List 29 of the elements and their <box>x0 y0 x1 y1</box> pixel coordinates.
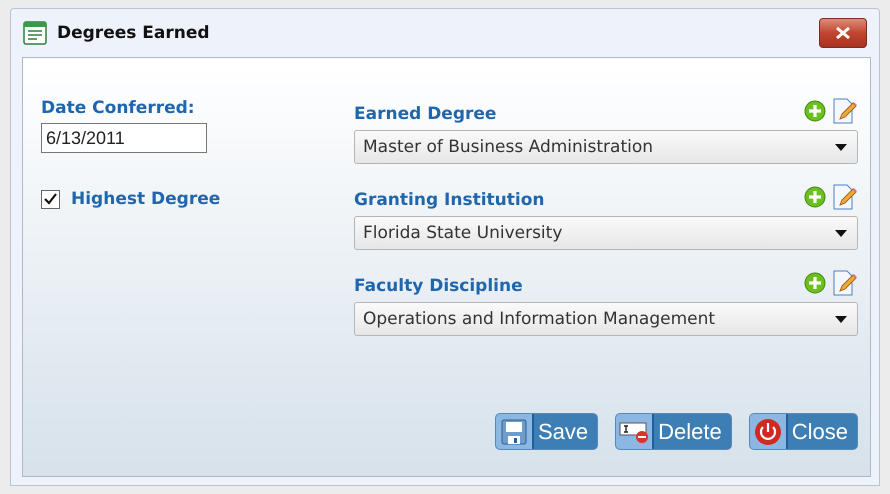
caret-icon <box>835 316 847 322</box>
caret-icon <box>835 144 847 150</box>
dropdown[interactable]: Operations and Information Management <box>354 302 858 336</box>
add-icon[interactable] <box>804 272 826 294</box>
window-title: Degrees Earned <box>57 23 211 43</box>
checkbox-label: Highest Degree <box>71 189 220 209</box>
close-button[interactable] <box>819 18 867 48</box>
checkmark-icon <box>44 193 57 205</box>
field-label: Earned Degree <box>354 104 496 124</box>
close-button[interactable]: Close <box>748 413 858 450</box>
dropdown[interactable]: Master of Business Administration <box>354 130 858 164</box>
caret-icon <box>835 230 847 236</box>
power-icon <box>754 418 782 446</box>
dropdown[interactable]: Florida State University <box>354 216 858 250</box>
delete-button[interactable]: Delete <box>615 413 732 450</box>
edit-icon[interactable] <box>832 98 858 124</box>
field-label: Date Conferred: <box>41 98 196 118</box>
date-input[interactable]: 6/13/2011 <box>41 123 207 153</box>
field-label: Faculty Discipline <box>354 276 523 296</box>
save-button[interactable]: Save <box>495 413 598 450</box>
checkbox[interactable] <box>41 190 60 208</box>
form-icon <box>23 21 47 45</box>
edit-icon[interactable] <box>832 270 858 296</box>
add-icon[interactable] <box>804 100 826 122</box>
field-label: Granting Institution <box>354 190 545 210</box>
field-remove-icon <box>619 420 650 444</box>
close-icon <box>834 26 852 40</box>
add-icon[interactable] <box>804 186 826 208</box>
edit-icon[interactable] <box>832 184 858 210</box>
